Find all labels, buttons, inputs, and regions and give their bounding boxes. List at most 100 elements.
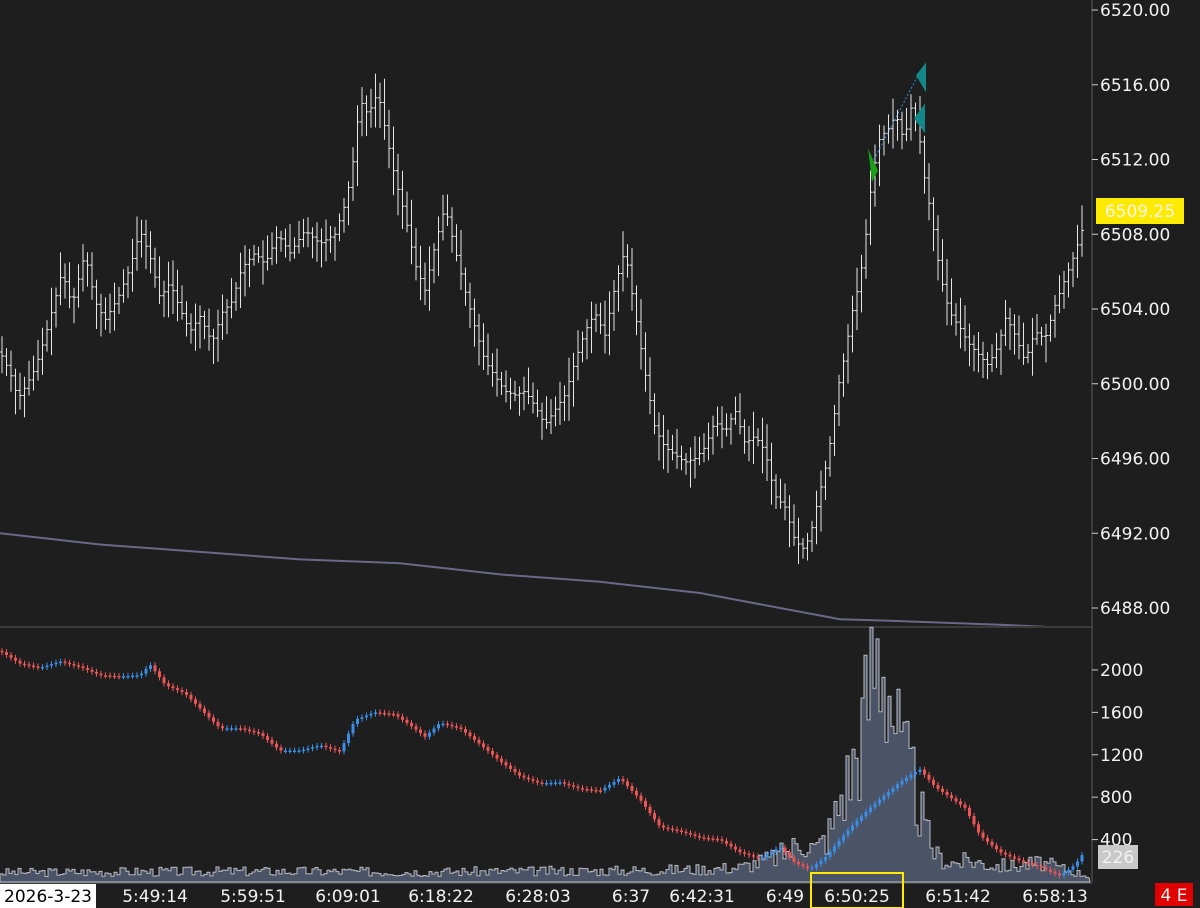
indicator-candle — [329, 744, 332, 752]
ohlc-bar — [949, 278, 954, 326]
time-tick-label: 6:51:42 — [925, 887, 991, 907]
ohlc-bar — [459, 230, 463, 290]
indicator-candle — [401, 713, 404, 723]
ohlc-bar — [504, 370, 508, 403]
indicator-candle — [158, 668, 161, 681]
ohlc-bar — [342, 197, 346, 233]
ohlc-bar — [40, 327, 45, 375]
ohlc-bar — [36, 339, 40, 381]
buy-marker-icon — [868, 148, 878, 182]
corner-badge[interactable]: 4 E — [1155, 883, 1193, 906]
ohlc-bar — [702, 433, 706, 463]
price-tick-label: 6520.00 — [1100, 1, 1170, 21]
ohlc-bar — [1039, 326, 1044, 346]
indicator-candle — [522, 772, 526, 781]
ohlc-bar — [765, 424, 769, 481]
ohlc-bar — [499, 371, 504, 395]
ohlc-bar — [198, 305, 202, 349]
ohlc-bar — [391, 126, 396, 196]
indicator-candle — [347, 730, 350, 747]
last-value-label: 226 — [1098, 845, 1138, 869]
indicator-candle — [567, 780, 571, 789]
indicator-candle — [113, 672, 116, 679]
indicator-candle — [338, 747, 341, 755]
ohlc-bar — [288, 224, 292, 262]
ohlc-bar — [972, 335, 976, 372]
indicator-candle — [81, 663, 85, 671]
indicator-candle — [198, 700, 202, 712]
ohlc-bar — [571, 352, 576, 407]
ohlc-bar — [832, 405, 837, 456]
ohlc-bar — [162, 280, 166, 318]
ohlc-bar — [238, 252, 243, 308]
indicator-candle — [315, 743, 319, 751]
volume-histogram — [0, 626, 1091, 883]
indicator-candle — [108, 672, 112, 679]
indicator-candle — [707, 834, 710, 842]
indicator-candle — [99, 670, 103, 679]
ohlc-bar — [103, 297, 108, 330]
ohlc-bar — [229, 278, 234, 319]
ohlc-bar — [963, 305, 967, 352]
indicator-candle — [999, 846, 1003, 856]
chart-canvas[interactable]: 6520.00 6516.00 6512.00 6508.00 6504.00 6500.… — [0, 0, 1200, 908]
ohlc-bar — [855, 267, 859, 331]
indicator-candle — [491, 747, 494, 758]
indicator-candle — [986, 834, 989, 845]
indicator-tick-label: 1200 — [1100, 746, 1143, 766]
ohlc-bar — [747, 426, 751, 462]
ohlc-bar — [360, 87, 364, 137]
indicator-candle — [311, 744, 314, 752]
indicator-candle — [428, 729, 431, 740]
indicator-candle — [963, 801, 967, 811]
indicator-candle — [180, 687, 184, 695]
indicator-candle — [360, 714, 364, 722]
indicator-candle — [626, 778, 629, 789]
ohlc-bar — [117, 286, 121, 314]
indicator-candle — [716, 835, 719, 843]
ohlc-bar — [490, 353, 495, 387]
ohlc-bar — [432, 243, 436, 284]
ohlc-bar — [585, 319, 589, 360]
ohlc-bar — [738, 393, 742, 435]
ohlc-bar — [517, 386, 522, 416]
indicator-panel[interactable] — [0, 626, 1091, 883]
indicator-candle — [77, 662, 80, 670]
time-tick-label: 6:50:25 — [824, 887, 890, 907]
ohlc-bar — [909, 94, 913, 141]
price-axis[interactable]: 6520.00 6516.00 6512.00 6508.00 6504.00 6500.… — [1092, 1, 1170, 619]
time-tick-label: 6:28:03 — [505, 887, 571, 907]
price-tick-label: 6512.00 — [1100, 151, 1170, 171]
ohlc-bar — [724, 413, 729, 437]
indicator-candle — [50, 661, 53, 669]
price-panel[interactable] — [0, 62, 1084, 628]
indicator-candle — [36, 663, 40, 671]
indicator-candle — [675, 826, 679, 834]
indicator-candle — [572, 782, 575, 790]
ohlc-bar — [418, 245, 423, 301]
indicator-candle — [941, 785, 944, 795]
indicator-candle — [405, 716, 409, 726]
indicator-axis[interactable]: 200016001200800400 — [1092, 661, 1143, 851]
ohlc-bar — [202, 310, 207, 340]
price-tick-label: 6504.00 — [1100, 300, 1170, 320]
indicator-candle — [27, 661, 31, 669]
indicator-candle — [59, 658, 62, 666]
indicator-candle — [18, 657, 22, 667]
indicator-candle — [936, 781, 940, 792]
indicator-candle — [1017, 855, 1021, 864]
ohlc-bar — [472, 298, 477, 347]
ohlc-bar — [0, 336, 4, 374]
indicator-candle — [653, 810, 656, 823]
ohlc-bar — [580, 331, 585, 363]
ohlc-bar — [900, 111, 904, 150]
indicator-candle — [194, 696, 197, 707]
ohlc-bar — [684, 453, 688, 475]
indicator-candle — [495, 751, 499, 762]
ohlc-bar — [850, 295, 855, 353]
ohlc-bar — [144, 219, 148, 270]
ohlc-bar — [364, 95, 369, 136]
ohlc-bar — [823, 460, 828, 500]
indicator-candle — [603, 784, 607, 794]
ohlc-bar — [936, 215, 940, 281]
